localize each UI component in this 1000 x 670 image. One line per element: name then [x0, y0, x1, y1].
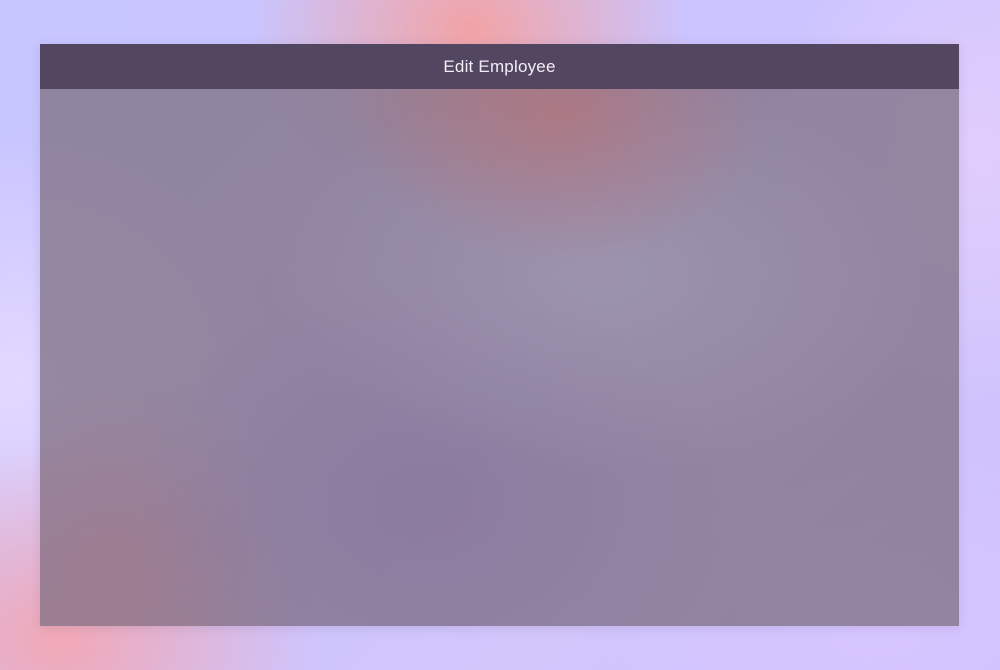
dialog-header: Edit Employee: [40, 44, 959, 89]
desktop-background: { "dialog": { "title": "Edit Employee" }…: [0, 0, 1000, 670]
dialog-title: Edit Employee: [443, 56, 556, 76]
edit-employee-dialog: Edit Employee: [40, 44, 959, 626]
dialog-body: [40, 89, 959, 626]
